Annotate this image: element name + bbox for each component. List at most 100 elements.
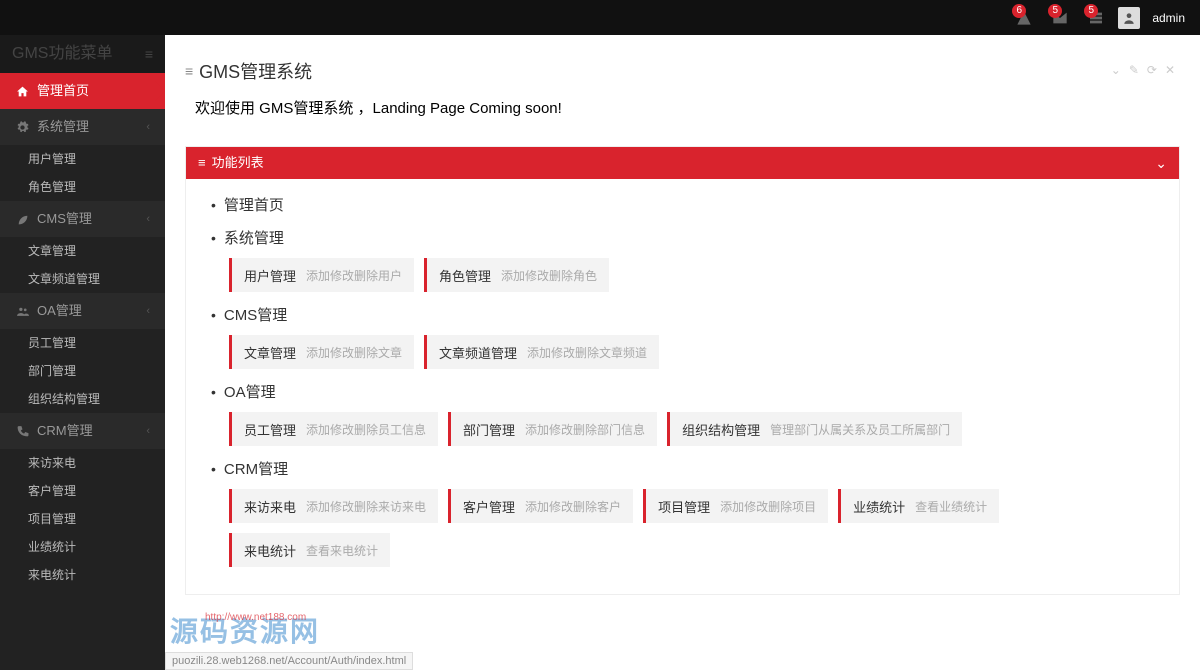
menu-toggle-icon[interactable]: ≡ [145, 35, 153, 73]
feature-section-title: CMS管理 [211, 304, 1154, 325]
sidebar-subitem[interactable]: 组织结构管理 [0, 385, 165, 413]
feature-item[interactable]: 业绩统计查看业绩统计 [838, 489, 999, 523]
topbar: 6 5 5 admin [0, 0, 1200, 35]
feature-item-desc: 添加修改删除用户 [306, 267, 402, 284]
notification-warning[interactable]: 6 [1010, 4, 1038, 32]
sidebar-category[interactable]: 系统管理 ‹ [0, 109, 165, 145]
collapse-icon[interactable]: ⌄ [1111, 63, 1121, 77]
sidebar-subitem[interactable]: 角色管理 [0, 173, 165, 201]
sidebar-item-label: 管理首页 [37, 73, 89, 109]
feature-section: 管理首页 [211, 194, 1154, 215]
badge-count: 5 [1084, 4, 1098, 18]
feature-item-desc: 添加修改删除客户 [525, 498, 621, 515]
feature-item-name: 部门管理 [463, 420, 515, 439]
status-bar: puozili.28.web1268.net/Account/Auth/inde… [165, 652, 413, 670]
feature-item-name: 员工管理 [244, 420, 296, 439]
feature-item-desc: 添加修改删除角色 [501, 267, 597, 284]
feature-section-title: CRM管理 [211, 458, 1154, 479]
feature-item-desc: 添加修改删除员工信息 [306, 421, 426, 438]
feature-item-name: 项目管理 [658, 497, 710, 516]
list-icon: ≡ [198, 147, 206, 179]
edit-icon[interactable]: ✎ [1129, 63, 1139, 77]
sidebar-subitem[interactable]: 用户管理 [0, 145, 165, 173]
feature-item-desc: 查看来电统计 [306, 542, 378, 559]
welcome-text: 欢迎使用 GMS管理系统 ，Landing Page Coming soon! [175, 89, 1190, 126]
feature-item-desc: 添加修改删除文章 [306, 344, 402, 361]
users-icon [15, 305, 29, 318]
panel-tools: ⌄ ✎ ⟳ ✕ [1111, 63, 1175, 77]
feature-item-name: 来电统计 [244, 541, 296, 560]
feature-item[interactable]: 来访来电添加修改删除来访来电 [229, 489, 438, 523]
feature-item[interactable]: 用户管理添加修改删除用户 [229, 258, 414, 292]
sidebar-subitem[interactable]: 文章频道管理 [0, 265, 165, 293]
sidebar-subitem[interactable]: 业绩统计 [0, 533, 165, 561]
sidebar-item-label: CMS管理 [37, 201, 92, 237]
sidebar-subitem[interactable]: 文章管理 [0, 237, 165, 265]
feature-item[interactable]: 角色管理添加修改删除角色 [424, 258, 609, 292]
feature-item-name: 文章频道管理 [439, 343, 517, 362]
sidebar-subitem[interactable]: 来访来电 [0, 449, 165, 477]
feature-item-name: 文章管理 [244, 343, 296, 362]
sidebar-item-home[interactable]: 管理首页 [0, 73, 165, 109]
feature-item[interactable]: 组织结构管理管理部门从属关系及员工所属部门 [667, 412, 962, 446]
leaf-icon [15, 213, 29, 226]
sidebar-subitem[interactable]: 客户管理 [0, 477, 165, 505]
feature-item[interactable]: 客户管理添加修改删除客户 [448, 489, 633, 523]
sidebar-subitem[interactable]: 部门管理 [0, 357, 165, 385]
feature-section: CMS管理文章管理添加修改删除文章文章频道管理添加修改删除文章频道 [211, 304, 1154, 369]
feature-section-title: OA管理 [211, 381, 1154, 402]
feature-item[interactable]: 文章频道管理添加修改删除文章频道 [424, 335, 659, 369]
feature-item-name: 用户管理 [244, 266, 296, 285]
avatar[interactable] [1118, 7, 1140, 29]
badge-count: 5 [1048, 4, 1062, 18]
feature-item[interactable]: 来电统计查看来电统计 [229, 533, 390, 567]
list-icon: ≡ [185, 63, 193, 79]
feature-item[interactable]: 项目管理添加修改删除项目 [643, 489, 828, 523]
sidebar-category[interactable]: OA管理‹ [0, 293, 165, 329]
feature-item-name: 角色管理 [439, 266, 491, 285]
feature-item[interactable]: 文章管理添加修改删除文章 [229, 335, 414, 369]
notification-task[interactable]: 5 [1082, 4, 1110, 32]
feature-row: 文章管理添加修改删除文章文章频道管理添加修改删除文章频道 [229, 335, 1154, 369]
sidebar-subitem[interactable]: 来电统计 [0, 561, 165, 589]
sidebar-subitem[interactable]: 项目管理 [0, 505, 165, 533]
badge-count: 6 [1012, 4, 1026, 18]
feature-panel-title: 功能列表 [212, 147, 264, 179]
sidebar-category[interactable]: CMS管理 ‹ [0, 201, 165, 237]
feature-row: 用户管理添加修改删除用户角色管理添加修改删除角色 [229, 258, 1154, 292]
sidebar: GMS功能菜单 ≡ 管理首页系统管理‹用户管理角色管理CMS管理‹文章管理文章频… [0, 35, 165, 670]
sidebar-subitem[interactable]: 员工管理 [0, 329, 165, 357]
sidebar-title-text: GMS功能菜单 [12, 35, 112, 73]
chevron-left-icon: ‹ [146, 109, 150, 145]
sidebar-item-label: 系统管理 [37, 109, 89, 145]
feature-section-title: 管理首页 [211, 194, 1154, 215]
close-icon[interactable]: ✕ [1165, 63, 1175, 77]
feature-item-name: 客户管理 [463, 497, 515, 516]
feature-item-desc: 添加修改删除项目 [720, 498, 816, 515]
feature-item[interactable]: 员工管理添加修改删除员工信息 [229, 412, 438, 446]
content-area: ≡ GMS管理系统 ⌄ ✎ ⟳ ✕ 欢迎使用 GMS管理系统 ，Landing … [165, 35, 1200, 670]
chevron-left-icon: ‹ [146, 201, 150, 237]
feature-panel-header[interactable]: ≡ 功能列表 ⌄ [186, 147, 1179, 179]
refresh-icon[interactable]: ⟳ [1147, 63, 1157, 77]
feature-panel-body: 管理首页系统管理用户管理添加修改删除用户角色管理添加修改删除角色CMS管理文章管… [186, 179, 1179, 594]
title-panel: ≡ GMS管理系统 ⌄ ✎ ⟳ ✕ 欢迎使用 GMS管理系统 ，Landing … [175, 53, 1190, 126]
feature-item-desc: 管理部门从属关系及员工所属部门 [770, 421, 950, 438]
feature-item-desc: 添加修改删除来访来电 [306, 498, 426, 515]
sidebar-title: GMS功能菜单 ≡ [0, 35, 165, 73]
feature-item[interactable]: 部门管理添加修改删除部门信息 [448, 412, 657, 446]
username-label[interactable]: admin [1152, 11, 1185, 25]
page-title: GMS管理系统 [199, 58, 312, 84]
sidebar-category[interactable]: CRM管理‹ [0, 413, 165, 449]
watermark-url: http://www.net188.com [205, 612, 306, 623]
feature-item-desc: 添加修改删除文章频道 [527, 344, 647, 361]
feature-panel: ≡ 功能列表 ⌄ 管理首页系统管理用户管理添加修改删除用户角色管理添加修改删除角… [185, 146, 1180, 595]
feature-section: 系统管理用户管理添加修改删除用户角色管理添加修改删除角色 [211, 227, 1154, 292]
notification-mail[interactable]: 5 [1046, 4, 1074, 32]
home-icon [15, 85, 29, 98]
feature-section: CRM管理来访来电添加修改删除来访来电客户管理添加修改删除客户项目管理添加修改删… [211, 458, 1154, 567]
watermark-text: 源码资源网 [170, 610, 320, 650]
feature-item-desc: 查看业绩统计 [915, 498, 987, 515]
chevron-down-icon[interactable]: ⌄ [1155, 147, 1167, 179]
sidebar-item-label: CRM管理 [37, 413, 93, 449]
